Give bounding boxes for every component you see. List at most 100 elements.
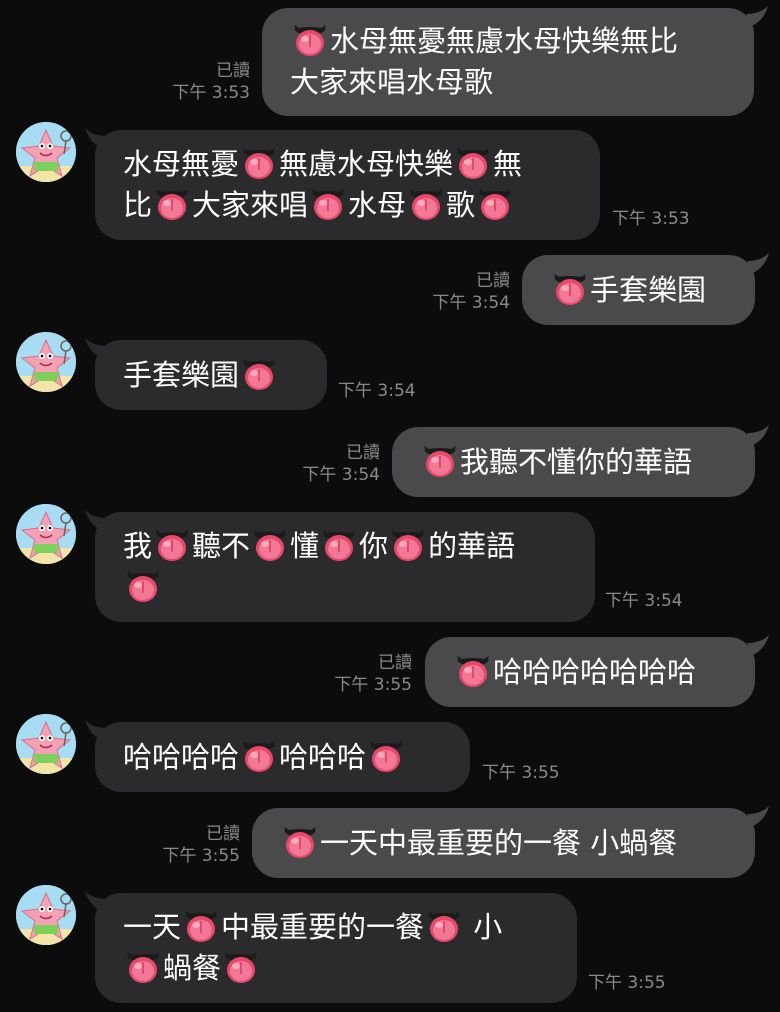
- message-text: 歌: [446, 188, 476, 222]
- tongue-out-emoji-icon: [127, 571, 159, 602]
- message-text: 無慮水母快樂: [279, 147, 454, 181]
- bubble-tail: [85, 510, 107, 530]
- received-message-bubble[interactable]: 哈哈哈哈 哈哈哈: [95, 722, 470, 792]
- read-receipt: 已讀: [378, 653, 412, 673]
- contact-avatar[interactable]: [16, 332, 76, 392]
- message-timestamp: 下午 3:53: [172, 83, 250, 103]
- message-timestamp: 下午 3:54: [338, 381, 416, 401]
- tongue-out-emoji-icon: [156, 530, 189, 561]
- message-text: 蝸餐: [163, 951, 222, 985]
- tongue-out-emoji-icon: [323, 530, 356, 561]
- message-text: 哈哈哈: [279, 739, 367, 774]
- tongue-out-emoji-icon: [428, 911, 461, 942]
- contact-avatar[interactable]: [16, 714, 76, 774]
- tongue-out-emoji-icon: [243, 148, 276, 179]
- tongue-out-emoji-icon: [554, 273, 586, 305]
- tongue-out-emoji-icon: [156, 189, 189, 220]
- contact-avatar[interactable]: [16, 504, 76, 564]
- message-text: 大家來唱水母歌: [290, 65, 494, 99]
- message-meta: 下午 3:53: [612, 208, 722, 230]
- message-timestamp: 下午 3:55: [162, 846, 240, 866]
- message-text-line: 手套樂園: [550, 270, 727, 311]
- tongue-out-emoji-icon: [284, 826, 316, 858]
- bubble-tail: [85, 720, 107, 740]
- message-text: 一天中最重要的一餐 小蝸餐: [320, 825, 678, 860]
- message-text: 哈哈哈哈哈哈哈: [493, 654, 697, 689]
- message-text: 的華語: [428, 529, 516, 563]
- bubble-tail: [85, 338, 107, 358]
- tongue-out-emoji-icon: [225, 952, 258, 983]
- message-text-line: 比 大家來唱 水母 歌: [123, 185, 572, 226]
- tongue-out-emoji-icon: [370, 740, 403, 772]
- message-text-line: 蝸餐: [123, 948, 549, 989]
- tongue-out-emoji-icon: [185, 911, 218, 942]
- message-meta: 已讀 下午 3:54: [290, 442, 380, 486]
- message-text-line: 哈哈哈哈哈哈哈: [123, 737, 442, 778]
- message-timestamp: 下午 3:55: [588, 973, 666, 993]
- bubble-tail: [85, 128, 107, 148]
- sent-message-bubble[interactable]: 一天中最重要的一餐 小蝸餐: [252, 808, 755, 878]
- message-meta: 已讀 下午 3:53: [160, 60, 250, 104]
- message-text-line: 大家來唱水母歌: [290, 62, 726, 103]
- sent-message-bubble[interactable]: 我聽不懂你的華語: [392, 427, 755, 497]
- message-timestamp: 下午 3:55: [334, 675, 412, 695]
- tongue-out-emoji-icon: [457, 655, 489, 687]
- message-text: 聽不: [192, 529, 251, 563]
- message-meta: 已讀 下午 3:55: [322, 652, 412, 696]
- message-timestamp: 下午 3:54: [302, 465, 380, 485]
- tongue-out-emoji-icon: [457, 148, 490, 179]
- message-text: 我聽不懂你的華語: [460, 444, 693, 479]
- contact-avatar[interactable]: [16, 885, 76, 945]
- tongue-out-emoji-icon: [254, 530, 287, 561]
- message-text-line: 我 聽不 懂 你 的華語: [123, 526, 567, 567]
- message-meta: 下午 3:55: [588, 972, 698, 994]
- message-text-line: 手套樂園: [123, 355, 299, 396]
- message-meta: 下午 3:55: [482, 762, 592, 784]
- message-text: 水母無憂無慮水母快樂無比: [330, 24, 679, 58]
- message-text: 中最重要的一餐: [221, 910, 425, 944]
- message-text: 手套樂園: [590, 272, 707, 307]
- message-text: 你: [359, 529, 389, 563]
- bubble-tail: [85, 891, 107, 911]
- message-text: 大家來唱: [192, 188, 309, 222]
- sent-message-bubble[interactable]: 水母無憂無慮水母快樂無比大家來唱水母歌: [262, 8, 754, 116]
- message-text: 懂: [290, 529, 320, 563]
- read-receipt: 已讀: [206, 824, 240, 844]
- received-message-bubble[interactable]: 一天 中最重要的一餐 小蝸餐: [95, 893, 577, 1003]
- message-timestamp: 下午 3:55: [482, 763, 560, 783]
- message-meta: 已讀 下午 3:54: [420, 270, 510, 314]
- received-message-bubble[interactable]: 我 聽不 懂 你 的華語: [95, 512, 595, 622]
- message-text: 無: [493, 147, 523, 181]
- contact-avatar[interactable]: [16, 122, 76, 182]
- read-receipt: 已讀: [216, 61, 250, 81]
- message-text-line: 我聽不懂你的華語: [420, 442, 727, 483]
- sent-message-bubble[interactable]: 手套樂園: [522, 255, 755, 325]
- received-message-bubble[interactable]: 手套樂園: [95, 340, 327, 410]
- message-text-line: 一天 中最重要的一餐 小: [123, 907, 549, 948]
- bubble-tail: [747, 425, 769, 445]
- message-text-line: 一天中最重要的一餐 小蝸餐: [280, 823, 727, 864]
- bubble-tail: [747, 253, 769, 273]
- message-text-line: 哈哈哈哈哈哈哈: [453, 652, 727, 693]
- message-timestamp: 下午 3:54: [432, 293, 510, 313]
- message-text-line: [123, 567, 567, 608]
- tongue-out-emoji-icon: [127, 952, 159, 983]
- message-meta: 下午 3:54: [605, 590, 715, 612]
- tongue-out-emoji-icon: [424, 445, 456, 477]
- message-text: 手套樂園: [123, 357, 240, 392]
- tongue-out-emoji-icon: [294, 25, 326, 56]
- message-text-line: 水母無憂無慮水母快樂無比: [290, 21, 726, 62]
- read-receipt: 已讀: [476, 271, 510, 291]
- received-message-bubble[interactable]: 水母無憂 無慮水母快樂 無比 大家來唱 水母 歌: [95, 130, 600, 240]
- message-timestamp: 下午 3:53: [612, 209, 690, 229]
- tongue-out-emoji-icon: [243, 740, 276, 772]
- bubble-tail: [747, 806, 769, 826]
- message-text: 我: [123, 529, 153, 563]
- sent-message-bubble[interactable]: 哈哈哈哈哈哈哈: [425, 637, 755, 707]
- tongue-out-emoji-icon: [479, 189, 512, 220]
- message-timestamp: 下午 3:54: [605, 591, 683, 611]
- tongue-out-emoji-icon: [243, 358, 276, 390]
- message-text: 一天: [123, 910, 182, 944]
- message-text: 小: [464, 910, 503, 944]
- message-text: 比: [123, 188, 153, 222]
